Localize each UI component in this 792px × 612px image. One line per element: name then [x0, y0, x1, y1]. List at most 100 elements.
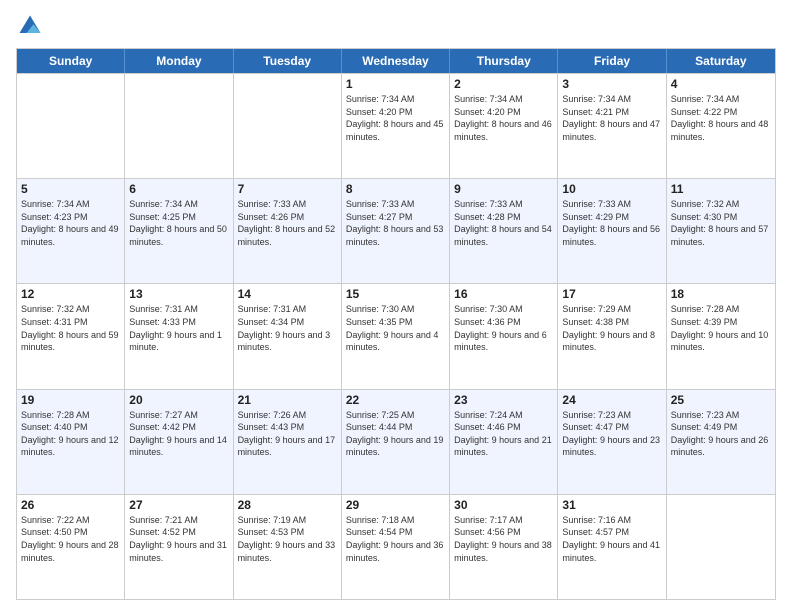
day-info: Sunrise: 7:23 AM Sunset: 4:49 PM Dayligh… [671, 409, 771, 459]
day-number: 30 [454, 498, 553, 512]
day-info: Sunrise: 7:34 AM Sunset: 4:20 PM Dayligh… [454, 93, 553, 143]
calendar-day-cell: 28 Sunrise: 7:19 AM Sunset: 4:53 PM Dayli… [234, 495, 342, 599]
day-number: 3 [562, 77, 661, 91]
calendar-day-cell: 5Sunrise: 7:34 AM Sunset: 4:23 PM Daylig… [17, 179, 125, 283]
logo-icon [16, 12, 44, 40]
calendar-day-cell: 1 Sunrise: 7:34 AM Sunset: 4:20 PM Daylig… [342, 74, 450, 178]
day-number: 6 [129, 182, 228, 196]
day-info: Sunrise: 7:33 AM Sunset: 4:27 PM Dayligh… [346, 198, 445, 248]
day-info: Sunrise: 7:29 AM Sunset: 4:38 PM Dayligh… [562, 303, 661, 353]
calendar-day-cell: 17Sunrise: 7:29 AM Sunset: 4:38 PM Dayli… [558, 284, 666, 388]
day-number: 25 [671, 393, 771, 407]
day-number: 14 [238, 287, 337, 301]
calendar-day-cell: 9 Sunrise: 7:33 AM Sunset: 4:28 PM Daylig… [450, 179, 558, 283]
day-info: Sunrise: 7:31 AM Sunset: 4:33 PM Dayligh… [129, 303, 228, 353]
calendar-day-cell: 4Sunrise: 7:34 AM Sunset: 4:22 PM Daylig… [667, 74, 775, 178]
calendar-week-row: 19Sunrise: 7:28 AM Sunset: 4:40 PM Dayli… [17, 389, 775, 494]
calendar-empty-cell [17, 74, 125, 178]
day-info: Sunrise: 7:34 AM Sunset: 4:25 PM Dayligh… [129, 198, 228, 248]
calendar-day-cell: 27 Sunrise: 7:21 AM Sunset: 4:52 PM Dayli… [125, 495, 233, 599]
day-info: Sunrise: 7:34 AM Sunset: 4:22 PM Dayligh… [671, 93, 771, 143]
day-info: Sunrise: 7:21 AM Sunset: 4:52 PM Dayligh… [129, 514, 228, 564]
day-info: Sunrise: 7:24 AM Sunset: 4:46 PM Dayligh… [454, 409, 553, 459]
calendar-day-header: Saturday [667, 49, 775, 73]
calendar-empty-cell [125, 74, 233, 178]
calendar-day-cell: 23 Sunrise: 7:24 AM Sunset: 4:46 PM Dayli… [450, 390, 558, 494]
calendar-day-header: Sunday [17, 49, 125, 73]
day-number: 1 [346, 77, 445, 91]
calendar-day-cell: 11 Sunrise: 7:32 AM Sunset: 4:30 PM Dayli… [667, 179, 775, 283]
calendar-day-header: Friday [558, 49, 666, 73]
day-info: Sunrise: 7:25 AM Sunset: 4:44 PM Dayligh… [346, 409, 445, 459]
calendar-day-cell: 19Sunrise: 7:28 AM Sunset: 4:40 PM Dayli… [17, 390, 125, 494]
day-number: 24 [562, 393, 661, 407]
day-number: 15 [346, 287, 445, 301]
calendar-day-header: Wednesday [342, 49, 450, 73]
calendar-week-row: 12 Sunrise: 7:32 AM Sunset: 4:31 PM Dayli… [17, 283, 775, 388]
day-number: 20 [129, 393, 228, 407]
day-info: Sunrise: 7:34 AM Sunset: 4:21 PM Dayligh… [562, 93, 661, 143]
calendar-day-cell: 3 Sunrise: 7:34 AM Sunset: 4:21 PM Daylig… [558, 74, 666, 178]
day-info: Sunrise: 7:17 AM Sunset: 4:56 PM Dayligh… [454, 514, 553, 564]
day-info: Sunrise: 7:32 AM Sunset: 4:30 PM Dayligh… [671, 198, 771, 248]
logo [16, 12, 48, 40]
calendar-day-cell: 8Sunrise: 7:33 AM Sunset: 4:27 PM Daylig… [342, 179, 450, 283]
calendar-week-row: 1 Sunrise: 7:34 AM Sunset: 4:20 PM Daylig… [17, 73, 775, 178]
calendar-day-cell: 20Sunrise: 7:27 AM Sunset: 4:42 PM Dayli… [125, 390, 233, 494]
day-info: Sunrise: 7:30 AM Sunset: 4:36 PM Dayligh… [454, 303, 553, 353]
header [16, 12, 776, 40]
day-number: 13 [129, 287, 228, 301]
day-number: 21 [238, 393, 337, 407]
calendar-day-cell: 10 Sunrise: 7:33 AM Sunset: 4:29 PM Dayli… [558, 179, 666, 283]
calendar-day-cell: 16Sunrise: 7:30 AM Sunset: 4:36 PM Dayli… [450, 284, 558, 388]
calendar-day-cell: 24 Sunrise: 7:23 AM Sunset: 4:47 PM Dayli… [558, 390, 666, 494]
day-info: Sunrise: 7:31 AM Sunset: 4:34 PM Dayligh… [238, 303, 337, 353]
calendar-day-cell: 13 Sunrise: 7:31 AM Sunset: 4:33 PM Dayli… [125, 284, 233, 388]
day-number: 7 [238, 182, 337, 196]
day-info: Sunrise: 7:33 AM Sunset: 4:29 PM Dayligh… [562, 198, 661, 248]
day-number: 12 [21, 287, 120, 301]
calendar-day-cell: 25 Sunrise: 7:23 AM Sunset: 4:49 PM Dayli… [667, 390, 775, 494]
calendar-day-cell: 18 Sunrise: 7:28 AM Sunset: 4:39 PM Dayli… [667, 284, 775, 388]
day-info: Sunrise: 7:19 AM Sunset: 4:53 PM Dayligh… [238, 514, 337, 564]
day-number: 18 [671, 287, 771, 301]
calendar-day-cell: 30 Sunrise: 7:17 AM Sunset: 4:56 PM Dayli… [450, 495, 558, 599]
day-number: 9 [454, 182, 553, 196]
calendar-day-cell: 7 Sunrise: 7:33 AM Sunset: 4:26 PM Daylig… [234, 179, 342, 283]
calendar: SundayMondayTuesdayWednesdayThursdayFrid… [16, 48, 776, 600]
calendar-day-cell: 15 Sunrise: 7:30 AM Sunset: 4:35 PM Dayli… [342, 284, 450, 388]
day-info: Sunrise: 7:32 AM Sunset: 4:31 PM Dayligh… [21, 303, 120, 353]
calendar-page: SundayMondayTuesdayWednesdayThursdayFrid… [0, 0, 792, 612]
calendar-day-cell: 29Sunrise: 7:18 AM Sunset: 4:54 PM Dayli… [342, 495, 450, 599]
calendar-day-cell: 26Sunrise: 7:22 AM Sunset: 4:50 PM Dayli… [17, 495, 125, 599]
day-number: 10 [562, 182, 661, 196]
day-number: 19 [21, 393, 120, 407]
calendar-day-cell: 22 Sunrise: 7:25 AM Sunset: 4:44 PM Dayli… [342, 390, 450, 494]
day-info: Sunrise: 7:16 AM Sunset: 4:57 PM Dayligh… [562, 514, 661, 564]
calendar-day-cell: 12 Sunrise: 7:32 AM Sunset: 4:31 PM Dayli… [17, 284, 125, 388]
day-number: 28 [238, 498, 337, 512]
day-number: 31 [562, 498, 661, 512]
calendar-day-cell: 2 Sunrise: 7:34 AM Sunset: 4:20 PM Daylig… [450, 74, 558, 178]
day-number: 5 [21, 182, 120, 196]
calendar-empty-cell [667, 495, 775, 599]
calendar-header-row: SundayMondayTuesdayWednesdayThursdayFrid… [17, 49, 775, 73]
day-info: Sunrise: 7:34 AM Sunset: 4:20 PM Dayligh… [346, 93, 445, 143]
calendar-day-cell: 6 Sunrise: 7:34 AM Sunset: 4:25 PM Daylig… [125, 179, 233, 283]
day-info: Sunrise: 7:23 AM Sunset: 4:47 PM Dayligh… [562, 409, 661, 459]
calendar-day-header: Monday [125, 49, 233, 73]
calendar-week-row: 26Sunrise: 7:22 AM Sunset: 4:50 PM Dayli… [17, 494, 775, 599]
day-info: Sunrise: 7:33 AM Sunset: 4:26 PM Dayligh… [238, 198, 337, 248]
day-info: Sunrise: 7:30 AM Sunset: 4:35 PM Dayligh… [346, 303, 445, 353]
day-number: 22 [346, 393, 445, 407]
day-info: Sunrise: 7:18 AM Sunset: 4:54 PM Dayligh… [346, 514, 445, 564]
day-info: Sunrise: 7:28 AM Sunset: 4:39 PM Dayligh… [671, 303, 771, 353]
day-number: 27 [129, 498, 228, 512]
day-info: Sunrise: 7:33 AM Sunset: 4:28 PM Dayligh… [454, 198, 553, 248]
calendar-empty-cell [234, 74, 342, 178]
day-number: 11 [671, 182, 771, 196]
day-number: 2 [454, 77, 553, 91]
day-number: 23 [454, 393, 553, 407]
calendar-day-cell: 14 Sunrise: 7:31 AM Sunset: 4:34 PM Dayli… [234, 284, 342, 388]
calendar-body: 1 Sunrise: 7:34 AM Sunset: 4:20 PM Daylig… [17, 73, 775, 599]
